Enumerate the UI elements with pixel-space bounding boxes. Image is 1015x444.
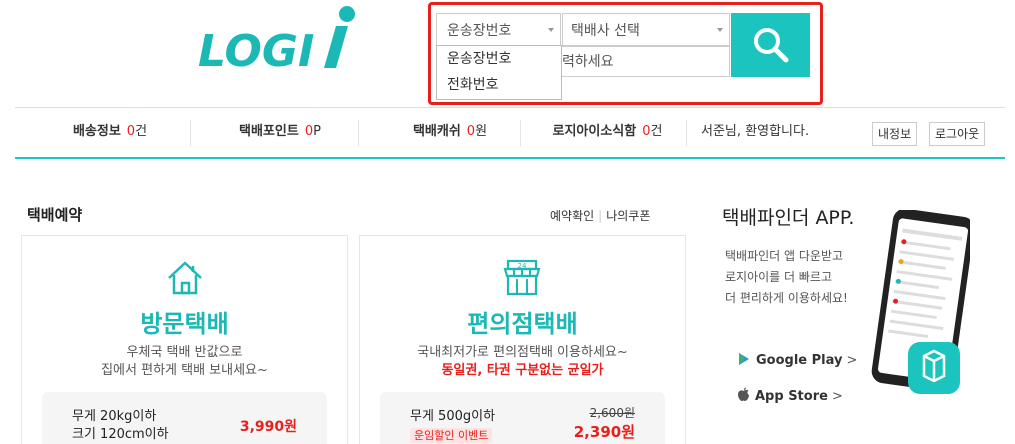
weight-condition: 무게 500g이하 [410,409,496,424]
chevron-right-icon: > [831,389,843,404]
svg-text:LOGI: LOGI [198,26,314,74]
nav-label: 로지아이소식함 [552,124,637,139]
status-navbar: 배송정보 0건 택배포인트 0P 택배캐쉬 0원 로지아이소식함 0건 서준님, 환영합… [15,107,1005,159]
nav-cash[interactable]: 택배캐쉬 0원 [375,108,525,158]
courier-select[interactable]: 택배사 선택 [562,13,730,46]
nav-label: 택배포인트 [239,124,299,139]
greeting-text: 서준님, 환영합니다. [701,124,810,139]
price-box: 무게 500g이하 운임할인 이벤트 2,600원 2,390원 [380,392,665,444]
google-play-label: Google Play [756,353,843,368]
divider [190,120,191,146]
nav-unit: 원 [475,124,488,139]
page: LOGI 운송장번호 택배사 선택 력하세요 운송장번호 전화번호 배송정보 0건 [0,0,1015,444]
nav-delivery-info[interactable]: 배송정보 0건 [35,108,185,158]
event-badge: 운임할인 이벤트 [410,428,493,443]
discount-price: 2,390원 [573,423,635,441]
original-price: 2,600원 [589,406,635,420]
convenience-store-card[interactable]: 24 편의점택배 국내최저가로 편의점택배 이용하세요~ 동일권, 타권 구분없… [359,235,686,444]
dropdown-option-waybill[interactable]: 운송장번호 [437,46,561,72]
logout-button[interactable]: 로그아웃 [929,122,986,146]
logo[interactable]: LOGI [196,4,356,77]
conditions: 무게 20kg이하 크기 120cm이하 [72,408,169,444]
divider [686,120,687,146]
divider [520,120,521,146]
size-condition: 크기 120cm이하 [72,427,169,442]
waybill-type-value: 운송장번호 [447,23,512,39]
waybill-type-select[interactable]: 운송장번호 [436,13,561,46]
divider [358,120,359,146]
nav-inbox[interactable]: 로지아이소식함 0건 [525,108,690,158]
card-desc-line: 집에서 편하게 택배 보내세요~ [101,363,268,378]
price-box: 무게 20kg이하 크기 120cm이하 3,990원 [42,392,327,444]
app-promo-desc: 택배파인더 앱 다운받고 로지아이를 더 빠르고 더 편리하게 이용하세요! [725,246,848,309]
app-store-label: App Store [755,389,828,404]
section-title: 택배예약 [27,206,83,224]
chevron-right-icon: > [846,353,858,368]
courier-select-value: 택배사 선택 [571,23,640,39]
chevron-down-icon [548,28,554,32]
nav-count: 0 [466,124,476,139]
google-play-link[interactable]: Google Play > [737,352,857,368]
divider: | [598,209,603,223]
house-icon [168,261,202,295]
my-info-button[interactable]: 내정보 [872,122,918,146]
nav-count: 0 [304,124,314,139]
chevron-down-icon [717,28,723,32]
nav-unit: 건 [650,124,663,139]
nav-unit: 건 [135,124,148,139]
app-desc-line: 더 편리하게 이용하세요! [725,291,848,305]
card-title: 편의점택배 [467,310,578,338]
app-desc-line: 택배파인더 앱 다운받고 [725,249,844,263]
nav-label: 배송정보 [72,124,121,139]
price: 3,990원 [239,419,297,435]
search-button[interactable] [731,13,810,77]
card-desc-line: 국내최저가로 편의점택배 이용하세요~ [417,345,628,360]
my-coupon-link[interactable]: 나의쿠폰 [606,209,650,223]
card-desc-highlight: 동일권, 타권 구분없는 균일가 [441,363,604,378]
conditions: 무게 500g이하 운임할인 이벤트 [410,408,495,444]
card-description: 우체국 택배 반값으로 집에서 편하게 택배 보내세요~ [22,344,347,380]
card-desc-line: 우체국 택배 반값으로 [126,345,243,360]
weight-condition: 무게 20kg이하 [72,409,157,424]
search-icon [753,28,788,63]
nav-unit: P [313,124,321,139]
nav-label: 택배캐쉬 [412,124,461,139]
waybill-type-dropdown: 운송장번호 전화번호 [436,45,562,100]
dropdown-option-phone[interactable]: 전화번호 [437,72,561,98]
store-icon: 24 [503,259,541,296]
google-play-icon [739,353,749,365]
nav-count: 0 [642,124,651,139]
visit-delivery-card[interactable]: 방문택배 우체국 택배 반값으로 집에서 편하게 택배 보내세요~ 무게 20k… [21,235,348,444]
card-description: 국내최저가로 편의점택배 이용하세요~ 동일권, 타권 구분없는 균일가 [360,344,685,380]
nav-points[interactable]: 택배포인트 0P [205,108,355,158]
search-input-placeholder: 력하세요 [562,54,614,70]
app-promo-title: 택배파인더 APP. [722,207,855,229]
reservation-confirm-link[interactable]: 예약확인 [550,209,594,223]
card-title: 방문택배 [140,310,229,338]
reservation-links: 예약확인 | 나의쿠폰 [550,207,650,224]
apple-icon [738,387,749,401]
phone-illustration [871,210,970,394]
logo-image: LOGI [198,6,355,77]
app-desc-line: 로지아이를 더 빠르고 [725,270,832,284]
app-store-link[interactable]: App Store > [737,387,843,404]
nav-count: 0 [126,124,136,139]
